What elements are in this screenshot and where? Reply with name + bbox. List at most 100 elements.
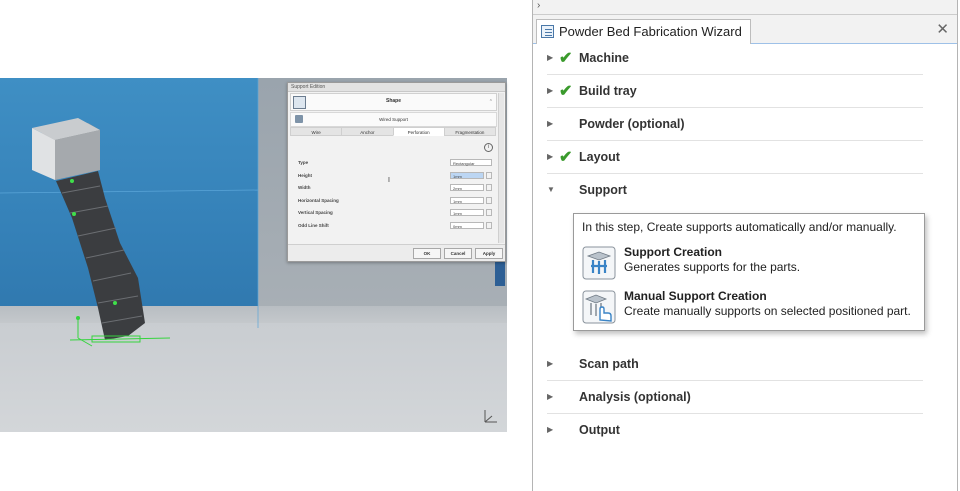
vertical-spacing-field[interactable]: 1mm xyxy=(450,209,484,216)
step-label: Machine xyxy=(579,51,630,65)
odd-line-shift-row: Odd Line Shift 0mm xyxy=(298,222,498,230)
horizontal-spacing-field[interactable]: 1mm xyxy=(450,197,484,204)
step-label: Support xyxy=(579,183,627,197)
step-label: Scan path xyxy=(579,357,639,371)
vertical-spacing-row: Vertical Spacing 1mm xyxy=(298,209,498,217)
dialog-footer: OK Cancel Apply xyxy=(288,244,505,261)
manual-support-creation-title: Manual Support Creation xyxy=(624,289,767,303)
view-axes-icon[interactable] xyxy=(481,406,501,426)
step-label: Build tray xyxy=(579,84,637,98)
divider xyxy=(547,173,923,174)
tab-powder-bed-fabrication-wizard[interactable]: Powder Bed Fabrication Wizard xyxy=(536,19,751,44)
type-select[interactable]: Rectangular xyxy=(450,159,492,166)
manual-support-creation-icon[interactable] xyxy=(582,290,616,324)
width-row: Width 2mm xyxy=(298,184,498,192)
vertical-spacing-label: Vertical Spacing xyxy=(298,210,333,215)
step-label: Output xyxy=(579,423,620,437)
ok-button[interactable]: OK xyxy=(413,248,441,259)
support-creation-desc: Generates supports for the parts. xyxy=(624,260,801,274)
panel-header: Powder Bed Fabrication Wizard ✕ xyxy=(533,15,957,44)
checkmark-icon: ✔ xyxy=(559,50,573,67)
vertical-spacing-spinner[interactable] xyxy=(486,209,492,216)
chevron-right-icon: ▶ xyxy=(547,392,554,401)
panel-top-strip[interactable]: › xyxy=(533,0,957,15)
tooltip-intro: In this step, Create supports automatica… xyxy=(582,220,897,234)
wired-support-label: Wired Support xyxy=(379,117,408,122)
step-label: Layout xyxy=(579,150,620,164)
tab-wire[interactable]: Wire xyxy=(290,127,343,136)
step-label: Analysis (optional) xyxy=(579,390,691,404)
step-scan-path[interactable]: ▶ Scan path xyxy=(533,349,957,381)
step-powder[interactable]: ▶ Powder (optional) xyxy=(533,109,957,141)
support-structure xyxy=(56,171,145,340)
manual-support-creation-desc: Create manually supports on selected pos… xyxy=(624,304,911,318)
odd-line-shift-spinner[interactable] xyxy=(486,222,492,229)
wizard-list-icon xyxy=(541,25,554,38)
step-machine[interactable]: ▶ ✔ Machine xyxy=(533,43,957,75)
step-build-tray[interactable]: ▶ ✔ Build tray xyxy=(533,76,957,108)
width-field[interactable]: 2mm xyxy=(450,184,484,191)
height-field[interactable]: 1mm xyxy=(450,172,484,179)
chevron-right-icon: ▶ xyxy=(547,53,554,62)
chevron-right-icon: ▶ xyxy=(547,359,554,368)
gizmo-handle[interactable] xyxy=(76,316,80,320)
height-row: Height 1mm xyxy=(298,172,498,180)
divider xyxy=(547,107,923,108)
grid-line xyxy=(0,189,259,194)
shape-section-header[interactable]: Shape ⌃ xyxy=(290,93,497,111)
divider xyxy=(547,140,923,141)
wired-support-header: Wired Support xyxy=(290,112,497,127)
divider xyxy=(547,74,923,75)
info-icon[interactable]: i xyxy=(484,143,493,152)
chevron-down-icon: ▼ xyxy=(547,185,555,194)
support-creation-icon[interactable] xyxy=(582,246,616,280)
anchor-point[interactable] xyxy=(72,212,76,216)
anchor-point[interactable] xyxy=(113,301,117,305)
type-row: Type Rectangular xyxy=(298,159,498,167)
checkmark-icon: ✔ xyxy=(559,83,573,100)
height-spinner[interactable] xyxy=(486,172,492,179)
width-spinner[interactable] xyxy=(486,184,492,191)
support-edition-dialog: Support Edition Shape ⌃ Wired Support Wi… xyxy=(287,82,506,262)
height-label: Height xyxy=(298,173,312,178)
dialog-scrollbar[interactable] xyxy=(498,93,504,243)
step-output[interactable]: ▶ Output xyxy=(533,415,957,447)
chevron-right-icon: ▶ xyxy=(547,425,554,434)
dialog-tabs: Wire Anchor Perforation Fragmentation xyxy=(290,127,496,136)
tab-anchor[interactable]: Anchor xyxy=(341,127,394,136)
wizard-tab-title: Powder Bed Fabrication Wizard xyxy=(559,24,742,39)
chevron-right-icon: ▶ xyxy=(547,119,554,128)
checkmark-icon: ✔ xyxy=(559,149,573,166)
type-label: Type xyxy=(298,160,309,165)
chevron-right-icon[interactable]: › xyxy=(537,0,540,11)
cancel-button[interactable]: Cancel xyxy=(444,248,472,259)
step-layout[interactable]: ▶ ✔ Layout xyxy=(533,142,957,174)
tab-perforation[interactable]: Perforation xyxy=(392,127,445,136)
odd-line-shift-label: Odd Line Shift xyxy=(298,223,329,228)
support-creation-title: Support Creation xyxy=(624,245,722,259)
shape-label: Shape xyxy=(385,98,401,104)
horizontal-spacing-spinner[interactable] xyxy=(486,197,492,204)
divider xyxy=(547,413,923,414)
chevron-right-icon: ▶ xyxy=(547,152,554,161)
close-icon[interactable]: ✕ xyxy=(936,20,949,38)
support-tooltip: In this step, Create supports automatica… xyxy=(573,213,925,331)
apply-button[interactable]: Apply xyxy=(475,248,503,259)
step-support[interactable]: ▼ Support xyxy=(533,175,957,207)
horizontal-spacing-label: Horizontal Spacing xyxy=(298,198,339,203)
manual-support-creation-command[interactable]: Manual Support Creation Create manually … xyxy=(582,288,920,324)
horizontal-spacing-row: Horizontal Spacing 1mm xyxy=(298,197,498,205)
anchor-point[interactable] xyxy=(70,179,74,183)
divider xyxy=(547,380,923,381)
dialog-title: Support Edition xyxy=(288,83,505,92)
step-label: Powder (optional) xyxy=(579,117,685,131)
chevron-up-icon[interactable]: ⌃ xyxy=(489,99,493,105)
support-creation-command[interactable]: Support Creation Generates supports for … xyxy=(582,244,920,280)
chevron-right-icon: ▶ xyxy=(547,86,554,95)
width-label: Width xyxy=(298,185,311,190)
text-cursor-icon: I xyxy=(388,177,390,184)
odd-line-shift-field[interactable]: 0mm xyxy=(450,222,484,229)
wizard-panel: › Powder Bed Fabrication Wizard ✕ ▶ ✔ Ma… xyxy=(532,0,958,491)
tab-fragmentation[interactable]: Fragmentation xyxy=(443,127,496,136)
step-analysis[interactable]: ▶ Analysis (optional) xyxy=(533,382,957,414)
